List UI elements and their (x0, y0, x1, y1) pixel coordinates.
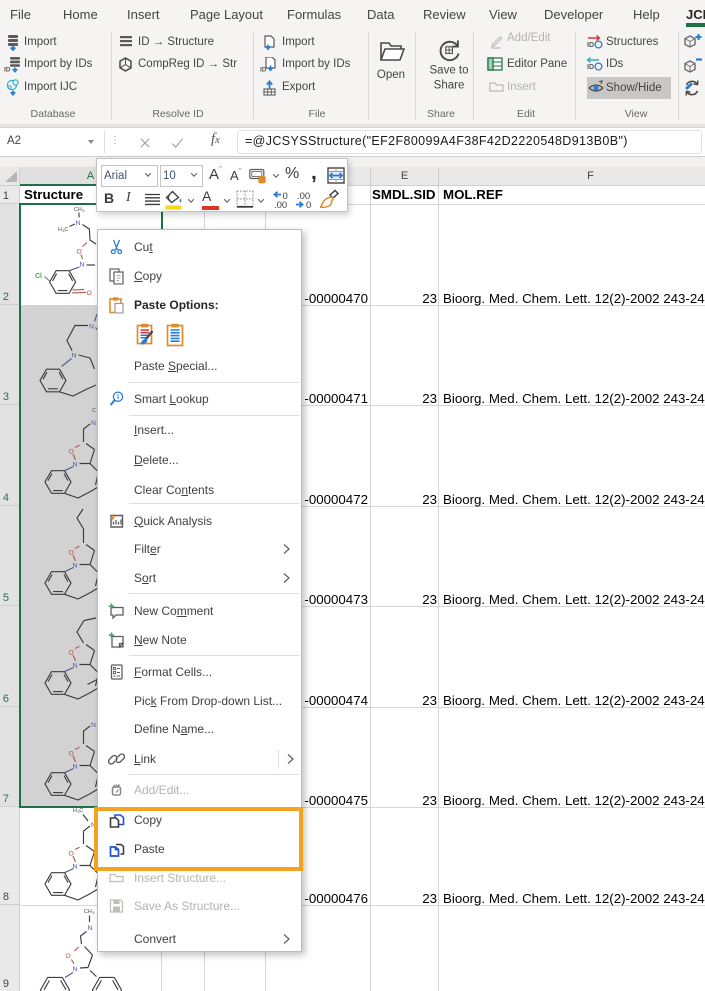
svg-text:C: C (92, 408, 96, 414)
svg-text:N: N (88, 925, 93, 932)
svg-text:N: N (73, 966, 78, 973)
svg-text:ID: ID (587, 42, 594, 49)
svg-text:O: O (87, 290, 92, 297)
svg-text:O: O (66, 953, 71, 960)
svg-text:3: 3 (82, 208, 85, 213)
svg-text:ID: ID (4, 67, 11, 74)
svg-text:N: N (89, 324, 94, 331)
svg-text:0: 0 (306, 200, 311, 209)
svg-text:N: N (72, 353, 77, 360)
svg-text:CH: CH (84, 909, 92, 915)
svg-text:3: 3 (92, 910, 95, 915)
svg-text:Cl: Cl (35, 273, 42, 280)
svg-text:ID: ID (587, 64, 594, 71)
svg-text:O: O (77, 249, 82, 256)
svg-text:C: C (79, 808, 83, 814)
svg-text:ID: ID (260, 67, 267, 74)
svg-text:C: C (64, 227, 68, 233)
svg-text:.00: .00 (274, 200, 287, 209)
svg-text:N: N (80, 262, 85, 269)
svg-text:N: N (76, 220, 81, 227)
svg-text:CH: CH (74, 207, 82, 213)
